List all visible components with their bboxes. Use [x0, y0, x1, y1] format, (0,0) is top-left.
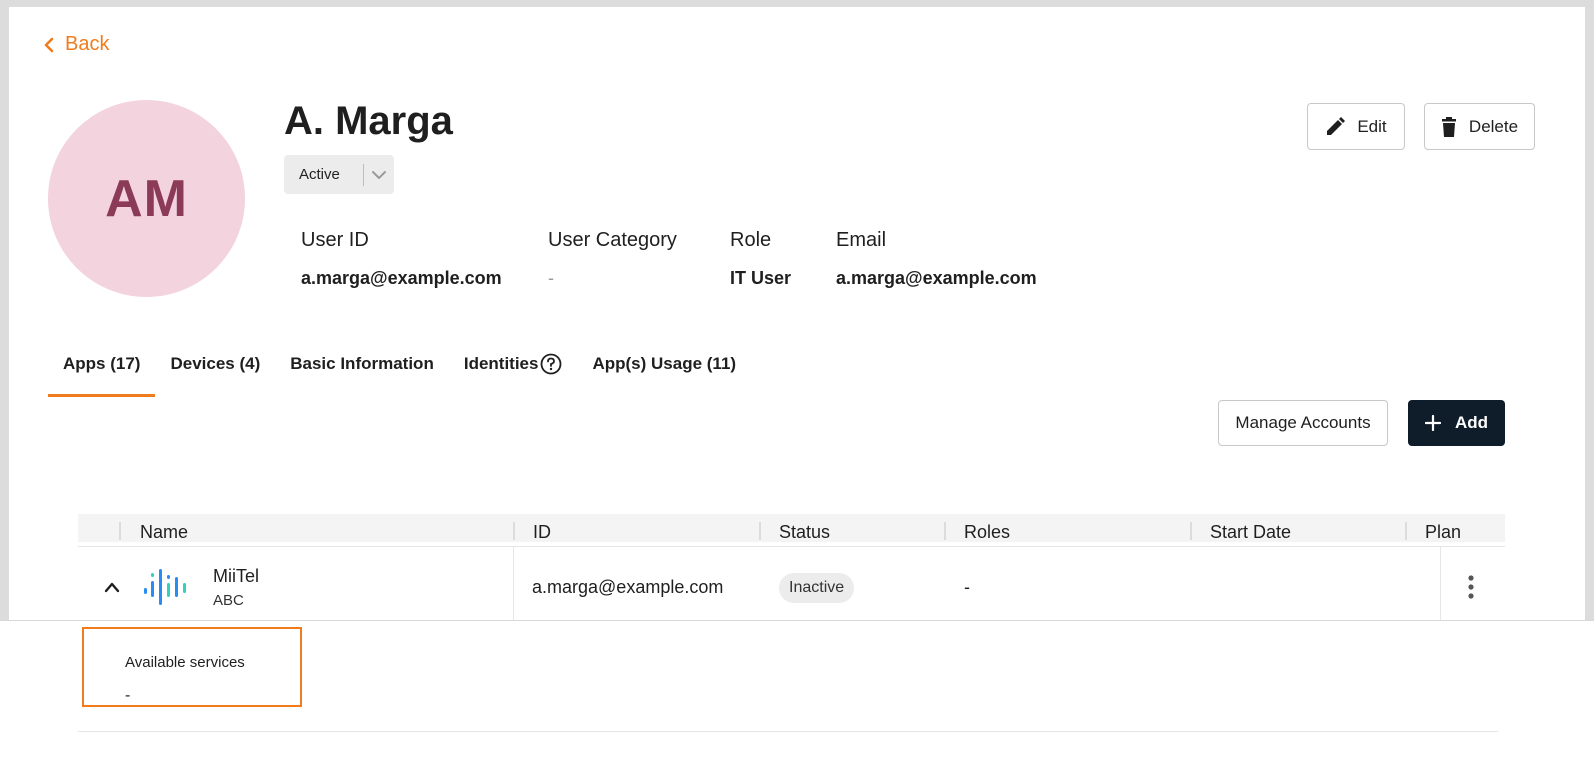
chevron-down-icon [364, 170, 394, 180]
pencil-icon [1327, 116, 1346, 135]
tab-apps-label: Apps (17) [63, 354, 141, 373]
column-divider[interactable] [1190, 522, 1192, 540]
column-header-id[interactable]: ID [533, 522, 551, 543]
edit-button-label: Edit [1357, 116, 1387, 136]
back-label: Back [65, 33, 110, 55]
role-label: Role [730, 229, 772, 251]
column-divider [119, 522, 121, 540]
user-id-value: a.marga@example.com [301, 268, 502, 288]
tab-app-usage[interactable]: App(s) Usage (11) [577, 347, 751, 397]
available-services-section: Available services - [82, 627, 302, 707]
column-divider [513, 547, 514, 628]
column-header-name[interactable]: Name [140, 522, 188, 543]
delete-button-label: Delete [1468, 116, 1519, 136]
tab-identities-label: Identities [463, 354, 539, 373]
table-row[interactable]: MiiTel ABC a.marga@example.com Inactive … [78, 546, 1505, 628]
status-dropdown[interactable]: Active [284, 155, 394, 194]
miitel-logo-icon [144, 569, 186, 605]
more-vertical-icon[interactable] [1467, 575, 1475, 599]
tab-devices[interactable]: Devices (4) [155, 347, 275, 397]
avatar-initials: AM [105, 169, 188, 228]
tab-apps[interactable]: Apps (17) [48, 347, 156, 397]
available-services-label: Available services [125, 654, 245, 671]
plus-icon [1424, 415, 1441, 431]
page-title: A. Marga [284, 99, 453, 143]
column-header-plan[interactable]: Plan [1425, 522, 1461, 543]
add-button[interactable]: Add [1408, 400, 1505, 446]
user-category-value: - [548, 268, 554, 288]
tab-basic-information-label: Basic Information [290, 354, 434, 373]
chevron-up-icon[interactable] [104, 581, 120, 593]
column-divider [1440, 547, 1441, 628]
manage-accounts-label: Manage Accounts [1235, 413, 1371, 432]
tab-basic-information[interactable]: Basic Information [275, 347, 449, 397]
user-id-label: User ID [301, 229, 369, 251]
row-id: a.marga@example.com [532, 577, 724, 597]
app-org: ABC [213, 592, 244, 609]
column-divider[interactable] [1405, 522, 1407, 540]
email-value: a.marga@example.com [836, 268, 1037, 288]
column-divider[interactable] [759, 522, 761, 540]
tab-app-usage-label: App(s) Usage (11) [592, 354, 737, 373]
status-badge: Inactive [779, 573, 855, 603]
column-header-roles[interactable]: Roles [964, 522, 1010, 543]
manage-accounts-button[interactable]: Manage Accounts [1218, 400, 1388, 446]
user-category-label: User Category [548, 229, 677, 251]
email-label: Email [836, 229, 887, 251]
table-header: Name ID Status Roles Start Date Plan [78, 514, 1505, 542]
avatar: AM [48, 100, 245, 297]
add-button-label: Add [1454, 413, 1489, 432]
available-services-value: - [125, 687, 131, 704]
column-header-start-date[interactable]: Start Date [1210, 522, 1291, 543]
tab-bar: Apps (17) Devices (4) Basic Information … [48, 347, 751, 397]
back-link[interactable]: Back [43, 33, 109, 56]
column-header-status[interactable]: Status [779, 522, 830, 543]
tab-devices-label: Devices (4) [170, 354, 261, 373]
trash-icon [1441, 116, 1456, 137]
chevron-left-icon [44, 37, 54, 52]
delete-button[interactable]: Delete [1424, 103, 1535, 150]
column-divider[interactable] [513, 522, 515, 540]
row-divider [78, 731, 1498, 732]
tab-identities[interactable]: Identities [449, 347, 578, 397]
expanded-row-panel: Available services - [0, 620, 1594, 759]
status-dropdown-value: Active [299, 166, 340, 183]
role-value: IT User [730, 268, 792, 288]
help-circle-icon[interactable] [540, 353, 562, 375]
app-name[interactable]: MiiTel [213, 566, 259, 587]
column-divider[interactable] [944, 522, 946, 540]
row-roles: - [964, 577, 970, 597]
edit-button[interactable]: Edit [1307, 103, 1405, 150]
